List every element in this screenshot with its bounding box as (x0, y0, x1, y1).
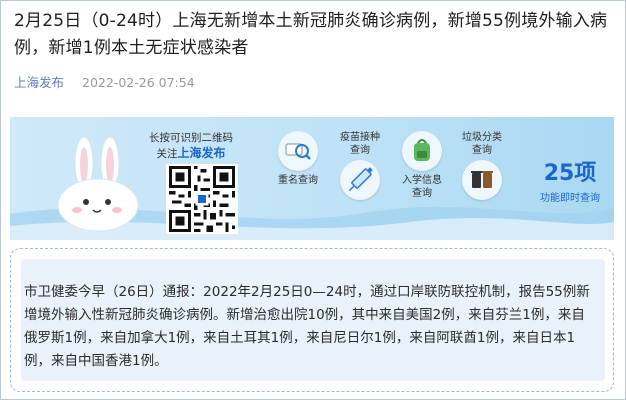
article-datetime: 2022-02-26 07:54 (82, 75, 195, 90)
bunny-mascot-icon (57, 136, 139, 232)
service-garbage-query[interactable]: 垃圾分类 查询 (450, 131, 514, 203)
notice-box: 市卫健委今早（26日）通报：2022年2月25日0—24时，通过口岸联防联控机制… (10, 248, 614, 392)
service-label: 垃圾分类 查询 (462, 132, 502, 156)
qr-caption-brand: 上海发布 (177, 146, 226, 160)
feature-count-subtitle: 功能即时查询 (540, 193, 600, 204)
magnifier-icon (278, 131, 318, 171)
article-title: 2月25日（0-24时）上海无新增本土新冠肺炎确诊病例，新增55例境外输入病例，… (14, 11, 608, 58)
service-vaccine-query[interactable]: 疫苗接种 查询 (328, 131, 392, 203)
qr-caption-line1: 长按可识别二维码 (149, 132, 233, 144)
article-meta: 上海发布 2022-02-26 07:54 (14, 72, 195, 91)
syringe-icon (340, 160, 380, 200)
service-label: 重名查询 (278, 175, 318, 186)
service-school-query[interactable]: 入学信息 查询 (390, 131, 454, 200)
article-source-link[interactable]: 上海发布 (14, 75, 64, 90)
qr-caption-line2: 关注 (156, 148, 178, 160)
feature-count-value: 25项 (543, 161, 597, 186)
qr-code-icon[interactable] (166, 164, 238, 234)
service-label: 入学信息 查询 (402, 175, 442, 199)
promo-banner[interactable]: 长按可识别二维码 关注上海发布 重名查询 疫苗接种 查询 入学信息 查询 垃圾分… (10, 117, 614, 240)
service-label: 疫苗接种 查询 (340, 132, 380, 156)
trash-bins-icon (462, 160, 502, 200)
notice-text: 市卫健委今早（26日）通报：2022年2月25日0—24时，通过口岸联防联控机制… (24, 284, 590, 369)
qr-caption: 长按可识别二维码 关注上海发布 (143, 131, 239, 162)
backpack-icon (402, 131, 442, 171)
feature-count[interactable]: 25项 功能即时查询 (530, 155, 610, 204)
service-name-query[interactable]: 重名查询 (268, 131, 328, 187)
